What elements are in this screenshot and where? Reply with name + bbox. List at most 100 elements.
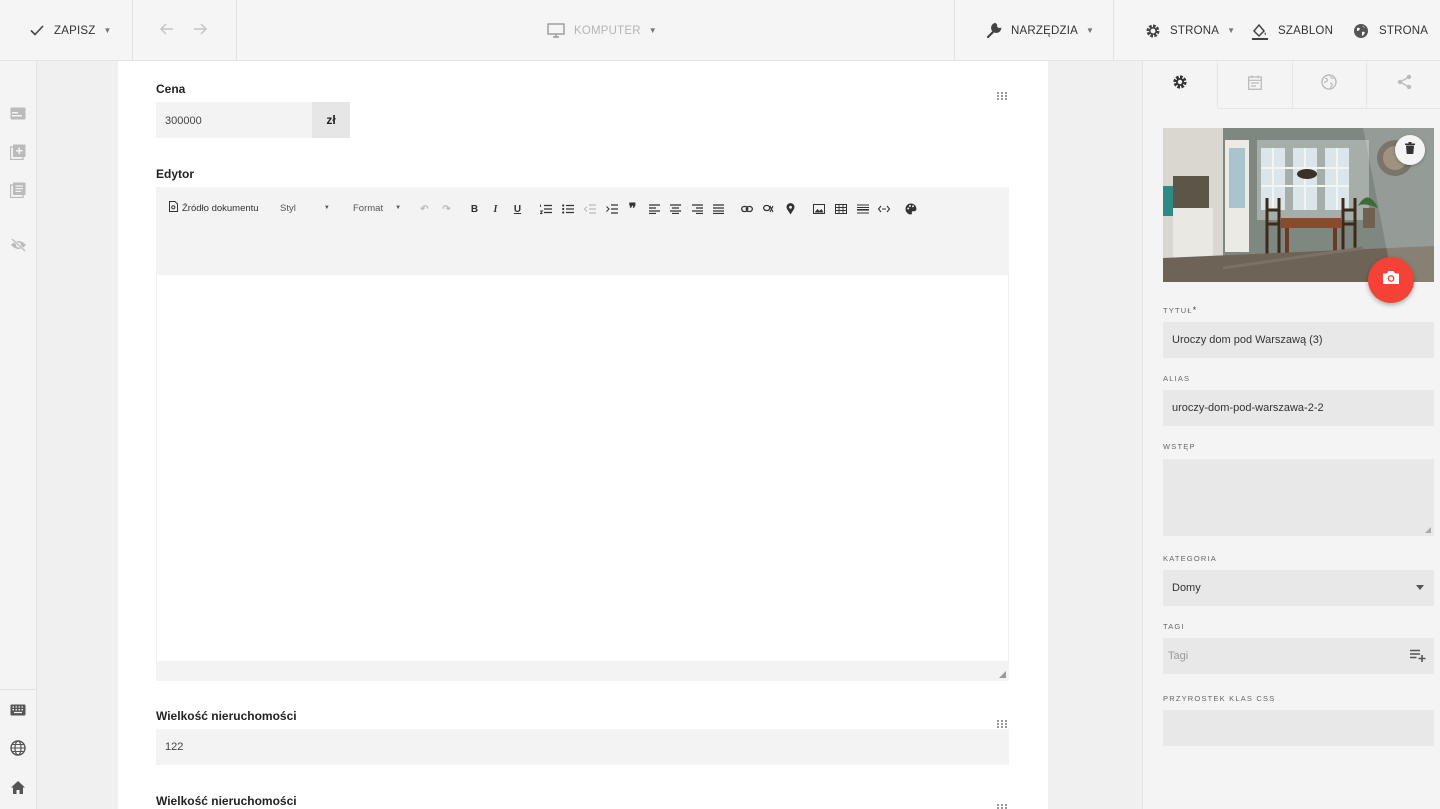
color-palette-icon[interactable] (904, 203, 917, 215)
caret-down-icon (1416, 585, 1424, 590)
gear-icon (1172, 74, 1188, 95)
format-label: Format (353, 202, 384, 214)
delete-image-button[interactable] (1395, 135, 1425, 165)
drag-handle-icon[interactable] (997, 87, 1007, 100)
outdent-icon[interactable] (583, 203, 596, 215)
drag-handle-icon[interactable] (997, 715, 1007, 728)
source-button[interactable]: Źródło dokumentu (169, 201, 259, 215)
property-size-input[interactable]: 122 (156, 729, 1009, 765)
title-label-text: TYTUŁ (1163, 306, 1193, 315)
left-rail (0, 61, 37, 809)
divider (954, 0, 955, 61)
category-label: KATEGORIA (1163, 554, 1218, 563)
eye-off-icon[interactable] (9, 236, 27, 254)
price-currency-suffix: zł (312, 102, 350, 138)
css-suffix-input[interactable] (1163, 710, 1434, 746)
align-center-icon[interactable] (669, 203, 682, 215)
map-pin-icon[interactable] (784, 203, 797, 215)
playlist-add-icon[interactable] (1410, 649, 1426, 665)
unlink-icon[interactable] (762, 203, 775, 215)
panel-tabs (1143, 61, 1440, 109)
justify-icon[interactable] (712, 203, 725, 215)
editor-content-area[interactable] (156, 275, 1009, 661)
redo-icon[interactable]: ↷ (440, 203, 453, 215)
caret-down-icon: ▼ (395, 205, 402, 211)
blockquote-icon[interactable]: ❞ (626, 202, 639, 217)
caret-down-icon: ▼ (323, 205, 330, 211)
device-selector[interactable]: KOMPUTER ▼ (547, 0, 657, 61)
arrow-left-icon (159, 22, 174, 40)
list-icon[interactable] (9, 181, 27, 199)
underline-icon[interactable]: U (511, 203, 524, 215)
card-icon[interactable] (9, 104, 27, 122)
page-canvas: Cena 300000 zł Edytor Źródło dokumentu S… (118, 61, 1048, 809)
tags-input[interactable]: Tagi (1163, 638, 1434, 674)
format-dropdown[interactable]: Format ▼ (353, 201, 401, 215)
check-icon (30, 25, 44, 36)
top-toolbar: ZAPISZ ▼ KOMPUTER ▼ NARZĘDZIA ▼ STRONA ▼… (0, 0, 1440, 61)
site-button[interactable]: STRONA (1353, 0, 1428, 61)
camera-icon (1382, 270, 1400, 290)
align-left-icon[interactable] (648, 203, 661, 215)
trash-icon (1405, 141, 1415, 159)
divider (132, 0, 133, 61)
change-image-button[interactable] (1368, 257, 1414, 303)
paint-bucket-icon (1251, 22, 1269, 40)
resize-handle-icon[interactable] (1425, 527, 1431, 533)
css-suffix-label: PRZYROSTEK KLAS CSS (1163, 694, 1276, 703)
intro-textarea[interactable] (1163, 459, 1434, 536)
drag-handle-icon[interactable] (997, 799, 1007, 809)
italic-icon[interactable]: I (489, 203, 502, 215)
undo-button[interactable] (159, 0, 174, 61)
save-label: ZAPISZ (54, 24, 96, 37)
gear-icon (1145, 23, 1161, 39)
property-size-label-2: Wielkość nieruchomości (156, 794, 297, 808)
tab-share[interactable] (1367, 61, 1440, 109)
tags-label: TAGI (1163, 622, 1185, 631)
image-icon[interactable] (812, 203, 825, 215)
tab-schedule[interactable] (1217, 61, 1293, 109)
required-marker: * (1192, 305, 1197, 315)
template-button[interactable]: SZABLON (1251, 0, 1333, 61)
link-icon[interactable] (740, 203, 753, 215)
globe-icon (1321, 74, 1338, 95)
horizontal-rule-icon[interactable] (856, 203, 869, 215)
undo-icon[interactable]: ↶ (418, 203, 431, 215)
redo-button[interactable] (193, 0, 208, 61)
alias-label: ALIAS (1163, 374, 1191, 383)
category-value: Domy (1172, 582, 1201, 594)
save-button[interactable]: ZAPISZ ▼ (30, 0, 112, 61)
arrow-right-icon (193, 22, 208, 40)
device-label: KOMPUTER (574, 24, 641, 37)
title-input[interactable]: Uroczy dom pod Warszawą (3) (1163, 322, 1434, 358)
resize-handle-icon[interactable] (999, 671, 1006, 678)
tab-settings[interactable] (1143, 61, 1218, 109)
indent-icon[interactable] (605, 203, 618, 215)
caret-down-icon: ▼ (1227, 26, 1236, 35)
numbered-list-icon[interactable] (539, 203, 552, 215)
tools-menu-button[interactable]: NARZĘDZIA ▼ (985, 0, 1094, 61)
code-embed-icon[interactable] (877, 203, 890, 215)
monitor-icon (547, 23, 565, 38)
caret-down-icon[interactable]: ▼ (103, 26, 111, 35)
bold-icon[interactable]: B (468, 203, 481, 215)
globe-icon (1353, 23, 1369, 39)
table-icon[interactable] (834, 203, 847, 215)
caret-down-icon: ▼ (1085, 26, 1095, 35)
price-input[interactable]: 300000 (156, 102, 312, 138)
globe-icon[interactable] (9, 739, 27, 757)
tab-language[interactable] (1292, 61, 1368, 109)
home-icon[interactable] (9, 778, 27, 796)
keyboard-icon[interactable] (9, 701, 27, 719)
align-right-icon[interactable] (691, 203, 704, 215)
rail-divider (0, 689, 37, 690)
style-dropdown[interactable]: Styl ▼ (280, 201, 330, 215)
editor-footer (156, 661, 1009, 681)
site-label: STRONA (1379, 24, 1429, 37)
add-box-icon[interactable] (9, 143, 27, 161)
bulleted-list-icon[interactable] (561, 203, 574, 215)
alias-input[interactable]: uroczy-dom-pod-warszawa-2-2 (1163, 390, 1434, 426)
template-label: SZABLON (1278, 24, 1334, 37)
page-settings-button[interactable]: STRONA ▼ (1145, 0, 1235, 61)
category-select[interactable]: Domy (1163, 570, 1434, 606)
